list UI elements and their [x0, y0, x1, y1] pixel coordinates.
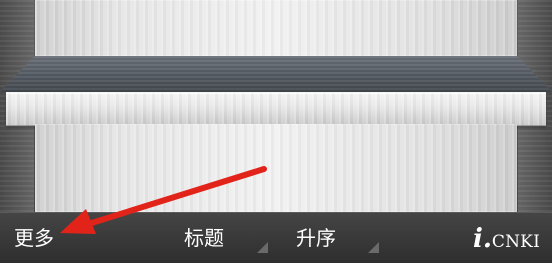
- bookshelf-shelf-top: [0, 56, 552, 92]
- ascending-order-button[interactable]: 升序: [296, 228, 336, 248]
- bookshelf-lower-panel: [35, 124, 517, 212]
- cnki-logo-prefix: i.: [472, 224, 492, 254]
- more-button[interactable]: 更多: [14, 228, 54, 248]
- bookshelf-upper-panel: [35, 0, 517, 56]
- title-dropdown-icon[interactable]: [257, 242, 268, 253]
- cnki-logo: i.CNKI: [473, 226, 540, 252]
- title-sort-button[interactable]: 标题: [184, 228, 224, 248]
- cnki-logo-text: CNKI: [491, 232, 540, 252]
- order-dropdown-icon[interactable]: [368, 242, 379, 253]
- bottom-toolbar: 更多 标题 升序 i.CNKI: [0, 212, 552, 263]
- bookshelf-screen: 更多 标题 升序 i.CNKI: [0, 0, 552, 263]
- bookshelf-shelf-edge: [6, 92, 546, 126]
